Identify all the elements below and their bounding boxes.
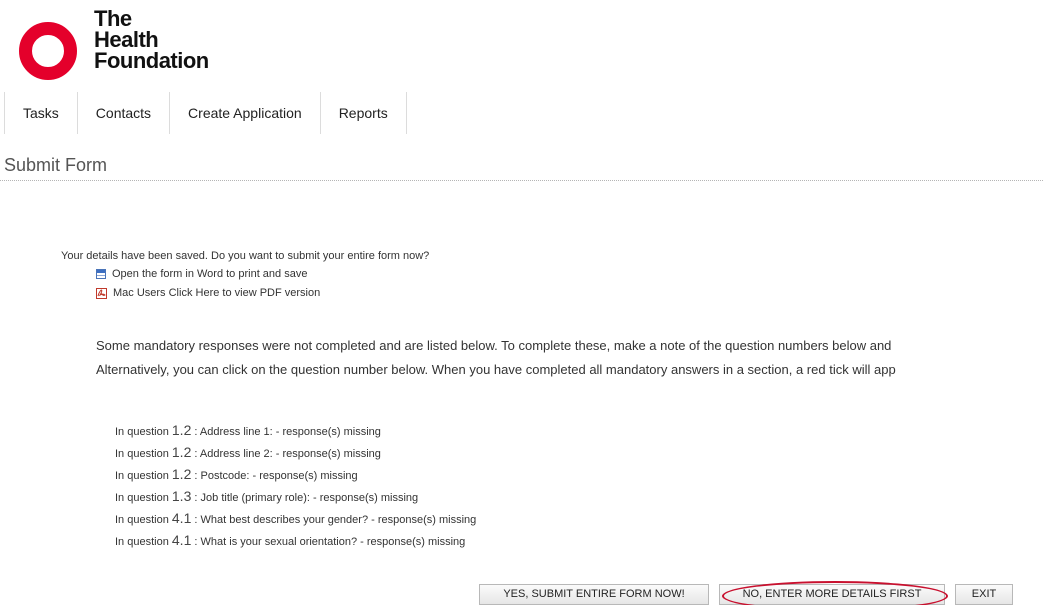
logo-wordmark: The Health Foundation	[94, 6, 209, 73]
missing-detail: : Address line 2: - response(s) missing	[194, 448, 381, 460]
submit-entire-form-button[interactable]: YES, SUBMIT ENTIRE FORM NOW!	[479, 584, 709, 605]
missing-detail: : Postcode: - response(s) missing	[194, 470, 358, 482]
mandatory-notice-line-1: Some mandatory responses were not comple…	[96, 338, 892, 353]
view-pdf-label: Mac Users Click Here to view PDF version	[113, 287, 321, 299]
missing-prefix: In question	[115, 536, 169, 548]
missing-prefix: In question	[115, 426, 169, 438]
page: The Health Foundation Tasks Contacts Cre…	[0, 0, 1043, 605]
nav-item-tasks[interactable]: Tasks	[4, 92, 77, 134]
missing-detail: : What is your sexual orientation? - res…	[194, 536, 466, 548]
question-number-link[interactable]: 4.1	[172, 532, 191, 548]
open-in-word-link[interactable]: Open the form in Word to print and save	[96, 268, 307, 280]
nav-item-reports[interactable]: Reports	[319, 92, 407, 134]
nav-item-create-application[interactable]: Create Application	[169, 92, 320, 134]
list-item: In question 1.2 : Address line 1: - resp…	[115, 419, 476, 441]
question-number-link[interactable]: 1.2	[172, 422, 191, 438]
pdf-document-icon	[96, 287, 107, 299]
question-number-link[interactable]: 1.3	[172, 488, 191, 504]
missing-detail: : What best describes your gender? - res…	[194, 514, 477, 526]
nav-item-contacts[interactable]: Contacts	[76, 92, 169, 134]
word-document-icon	[96, 269, 106, 279]
mandatory-notice-line-2: Alternatively, you can click on the ques…	[96, 362, 896, 377]
missing-detail: : Job title (primary role): - response(s…	[194, 492, 419, 504]
list-item: In question 4.1 : What is your sexual or…	[115, 529, 476, 551]
missing-detail: : Address line 1: - response(s) missing	[194, 426, 381, 438]
health-foundation-logo[interactable]: The Health Foundation	[19, 8, 259, 80]
missing-prefix: In question	[115, 514, 169, 526]
question-number-link[interactable]: 4.1	[172, 510, 191, 526]
missing-responses-list: In question 1.2 : Address line 1: - resp…	[115, 419, 476, 551]
exit-button[interactable]: EXIT	[955, 584, 1013, 605]
question-number-link[interactable]: 1.2	[172, 444, 191, 460]
mandatory-notice: Some mandatory responses were not comple…	[96, 334, 1043, 382]
logo-line-3: Foundation	[94, 48, 209, 73]
page-title: Submit Form	[4, 155, 108, 175]
list-item: In question 1.3 : Job title (primary rol…	[115, 485, 476, 507]
list-item: In question 1.2 : Postcode: - response(s…	[115, 463, 476, 485]
missing-prefix: In question	[115, 470, 169, 482]
missing-prefix: In question	[115, 448, 169, 460]
missing-prefix: In question	[115, 492, 169, 504]
question-number-link[interactable]: 1.2	[172, 466, 191, 482]
list-item: In question 1.2 : Address line 2: - resp…	[115, 441, 476, 463]
enter-more-details-button[interactable]: NO, ENTER MORE DETAILS FIRST	[719, 584, 945, 605]
logo-line-2: Health	[94, 27, 159, 52]
view-pdf-link[interactable]: Mac Users Click Here to view PDF version	[96, 287, 320, 299]
title-divider	[0, 180, 1043, 181]
open-in-word-label: Open the form in Word to print and save	[112, 268, 308, 280]
logo-line-1: The	[94, 6, 132, 31]
logo-ring-icon	[19, 22, 77, 80]
saved-message: Your details have been saved. Do you wan…	[61, 250, 430, 262]
list-item: In question 4.1 : What best describes yo…	[115, 507, 476, 529]
main-nav: Tasks Contacts Create Application Report…	[4, 92, 407, 134]
